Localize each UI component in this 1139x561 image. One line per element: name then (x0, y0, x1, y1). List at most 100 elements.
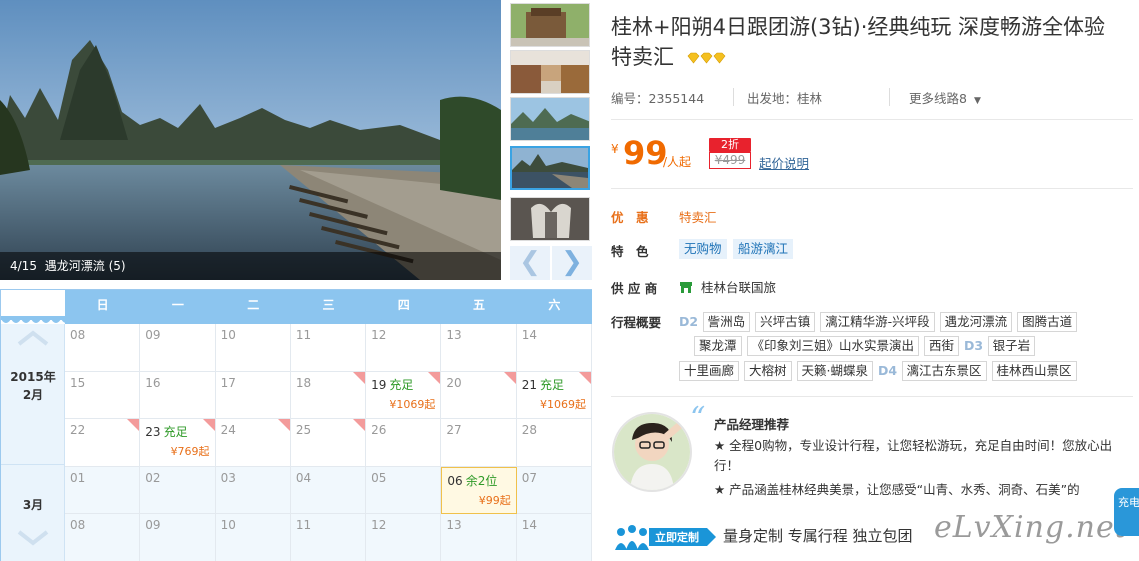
day-number: 08 (70, 328, 86, 342)
special-corner-icon (353, 371, 366, 384)
thumbnail[interactable] (510, 97, 590, 141)
calendar-day-cell[interactable]: 19 充足 ¥1069起 (366, 371, 442, 420)
calendar-day-cell: 14 (516, 514, 592, 561)
calendar-day-cell: 03 (215, 466, 291, 515)
calendar-day-cell: 24 (215, 419, 291, 467)
product-code: 编号：2355144 (611, 91, 705, 106)
itinerary-day-marker: D4 (877, 363, 898, 378)
thumbnail-strip: ❮ ❯ (508, 0, 592, 282)
calendar-day-cell: 11 (290, 324, 367, 372)
day-number: 09 (145, 328, 161, 342)
day-number: 06 余2位 (447, 473, 498, 488)
availability-status: 充足 (163, 425, 188, 440)
thumbnail[interactable] (510, 3, 590, 47)
calendar-day-cell: 12 (366, 324, 442, 372)
month-down-icon[interactable] (17, 530, 49, 546)
price-note-link[interactable]: 起价说明 (759, 153, 809, 172)
gallery-caption: 4/15 遇龙河漂流 (5) (0, 252, 501, 280)
day-number: 13 (446, 328, 462, 342)
day-number: 23 充足 (145, 425, 188, 440)
calendar-day-cell[interactable]: 23 充足 ¥769起 (140, 419, 216, 467)
itinerary-spot-chip[interactable]: 图腾古道 (1017, 312, 1078, 332)
quote-icon: “ (690, 401, 706, 436)
thumb-next-button[interactable]: ❯ (552, 246, 592, 280)
thumbnail[interactable] (510, 197, 590, 241)
calendar-day-cell: 27 (441, 419, 517, 467)
itinerary-day-marker: D2 (679, 314, 699, 329)
day-number: 26 (371, 423, 387, 438)
calendar-day-cell: 15 (65, 371, 141, 420)
itinerary-spot-chip[interactable]: 银子岩 (987, 336, 1036, 356)
day-number: 14 (521, 518, 537, 533)
thumbnail[interactable] (510, 50, 590, 94)
day-number: 10 (220, 328, 236, 342)
calendar-day-cell: 28 (516, 419, 592, 467)
discount-badge: 2折 (709, 138, 751, 152)
diamond-rating-icon (687, 52, 726, 64)
day-number: 10 (220, 518, 236, 533)
more-routes-dropdown[interactable]: 更多线路8 ▼ (909, 88, 981, 107)
currency-symbol: ¥ (611, 142, 619, 156)
day-number: 17 (220, 375, 236, 390)
chevron-right-icon: ❯ (561, 247, 583, 277)
calendar-day-cell: 08 (65, 324, 141, 372)
itinerary-spot-chip[interactable]: 天籁·蝴蝶泉 (796, 361, 873, 381)
calendar-day-cell: 18 (290, 371, 367, 420)
calendar-day-cell: 09 (140, 324, 216, 372)
day-number: 08 (70, 518, 86, 533)
calendar-day-cell: 09 (140, 514, 216, 561)
calendar-day-cell[interactable]: 21 充足 ¥1069起 (516, 371, 592, 420)
watermark-logo: eLvXing.net (934, 510, 1128, 545)
itinerary-spot-chip[interactable]: 遇龙河漂流 (939, 312, 1013, 332)
departure-calendar: 日 一 二 三 四 五 六 2015年 2月 3月 08 09 10 11 12 13 14… (0, 289, 592, 561)
itinerary-spot-chip[interactable]: 《印象刘三姐》山水实景演出 (746, 336, 920, 356)
supplier-label: 供 应 商 (611, 281, 658, 296)
itinerary-label: 行程概要 (611, 315, 662, 330)
day-number: 16 (145, 375, 161, 390)
thumb-prev-button[interactable]: ❮ (510, 246, 550, 280)
availability-status: 充足 (539, 377, 564, 392)
calendar-day-cell: 11 (290, 514, 367, 561)
calendar-day-cell: 10 (215, 324, 291, 372)
calendar-day-cell: 20 (441, 371, 517, 420)
calendar-day-cell: 04 (290, 466, 367, 515)
floating-chat-button[interactable]: 充电 (1114, 488, 1139, 536)
day-number: 07 (521, 470, 537, 485)
itinerary-spot-chip[interactable]: 漓江古东景区 (901, 361, 987, 381)
itinerary-day-marker: D3 (964, 338, 984, 353)
recommend-line-1: ★ 全程0购物，专业设计行程，让您轻松游玩，充足自由时间！您放心出行！ (714, 438, 1113, 473)
availability-status: 充足 (389, 377, 414, 392)
itinerary-spot-chip[interactable]: 十里画廊 (679, 361, 740, 381)
supplier-name: 桂林台联国旅 (700, 280, 776, 295)
price-unit: /人起 (663, 155, 692, 169)
itinerary-spot-chip[interactable]: 兴坪古镇 (755, 312, 816, 332)
day-price: ¥1069起 (539, 397, 586, 411)
recommend-line-2: ★ 产品涵盖桂林经典美景，让您感受“山青、水秀、洞奇、石美”的 (714, 482, 1080, 497)
day-number: 28 (521, 423, 537, 438)
itinerary-spot-chip[interactable]: 大榕树 (744, 361, 792, 381)
itinerary-spot-chip[interactable]: 訾洲岛 (702, 312, 751, 332)
karst-river-photo (0, 0, 501, 280)
calendar-day-cell: 16 (140, 371, 216, 420)
calendar-day-cell: 17 (215, 371, 291, 420)
main-gallery-image[interactable]: 4/15 遇龙河漂流 (5) (0, 0, 501, 280)
calendar-day-cell: 13 (441, 514, 517, 561)
calendar-day-cell: 26 (366, 419, 442, 467)
day-number: 09 (145, 518, 161, 533)
itinerary-spot-chip[interactable]: 漓江精华游-兴坪段 (820, 312, 935, 332)
month-up-icon[interactable] (17, 330, 49, 346)
promo-value[interactable]: 特卖汇 (679, 207, 717, 226)
calendar-day-cell[interactable]: 06 余2位 ¥99起 (441, 466, 517, 515)
supplier-link[interactable]: 桂林台联国旅 (679, 277, 776, 296)
itinerary-spot-chip[interactable]: 桂林西山景区 (991, 361, 1077, 381)
itinerary-spot-chip[interactable]: 西街 (924, 336, 960, 356)
day-number: 02 (145, 470, 161, 485)
day-number: 12 (371, 328, 387, 342)
caption-text: 遇龙河漂流 (5) (44, 259, 126, 273)
month-label-mar: 3月 (1, 496, 65, 514)
price-value: 99 (623, 134, 668, 172)
day-number: 03 (220, 470, 236, 485)
month-name: 3月 (22, 498, 44, 512)
thumbnail-active[interactable] (510, 146, 590, 190)
itinerary-spot-chip[interactable]: 聚龙潭 (694, 336, 742, 356)
